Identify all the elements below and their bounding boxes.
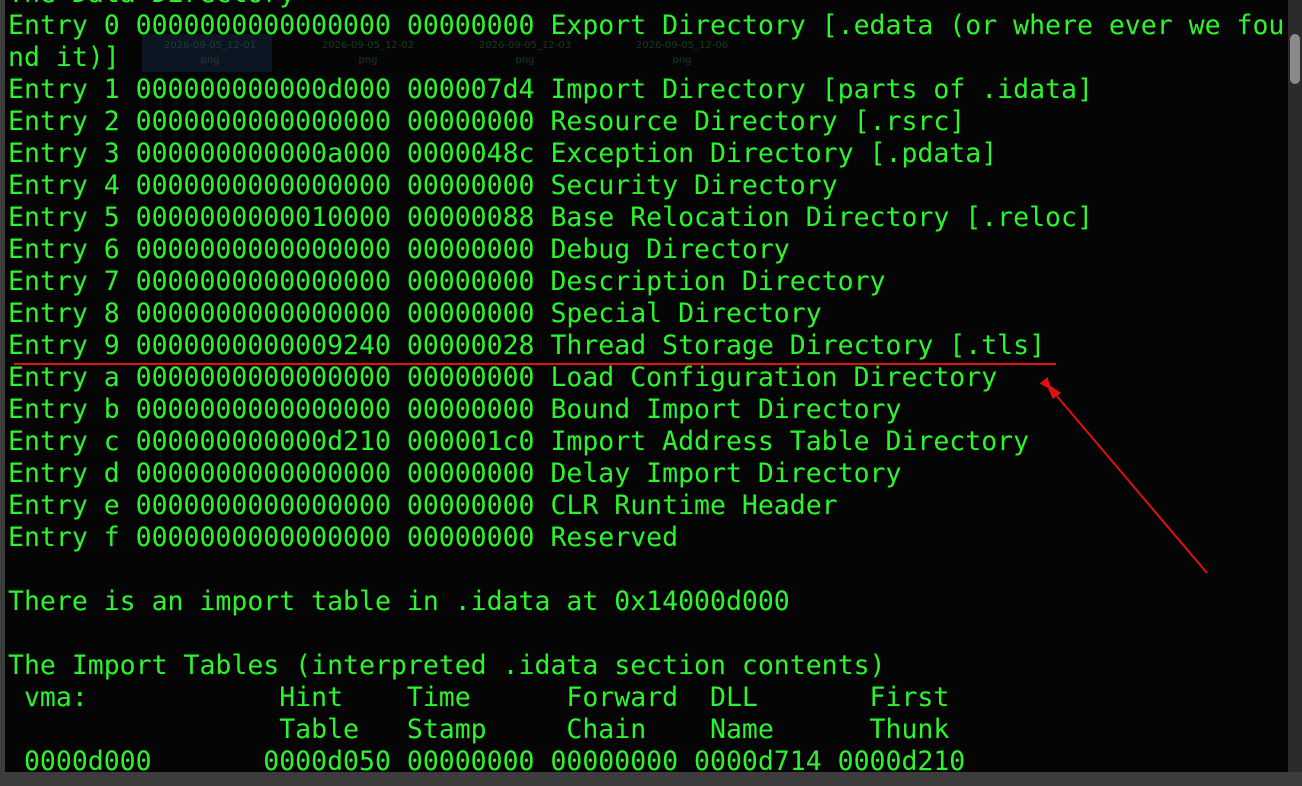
terminal-line: Entry c 000000000000d210 000001c0 Import… bbox=[8, 426, 1030, 457]
terminal-line: Entry d 0000000000000000 00000000 Delay … bbox=[8, 458, 902, 489]
terminal-line: Entry a 0000000000000000 00000000 Load C… bbox=[8, 362, 998, 393]
terminal-line: Entry 0 0000000000000000 00000000 Export… bbox=[8, 10, 1285, 41]
terminal-line: Entry b 0000000000000000 00000000 Bound … bbox=[8, 394, 902, 425]
terminal-text: The Data DirectoryEntry 0 00000000000000… bbox=[8, 0, 1284, 772]
terminal-line: Entry 1 000000000000d000 000007d4 Import… bbox=[8, 74, 1093, 105]
terminal-line: The Data Directory bbox=[8, 0, 1284, 10]
terminal-line: Entry e 0000000000000000 00000000 CLR Ru… bbox=[8, 490, 838, 521]
terminal-line: Entry 8 0000000000000000 00000000 Specia… bbox=[8, 298, 822, 329]
terminal-line: nd it)] bbox=[8, 42, 120, 73]
window-bottom-edge bbox=[0, 772, 1302, 786]
terminal-line: vma: Hint Time Forward DLL First bbox=[8, 682, 950, 713]
terminal-line: There is an import table in .idata at 0x… bbox=[8, 586, 790, 617]
vertical-scrollbar[interactable] bbox=[1288, 0, 1302, 772]
terminal-line: Entry 4 0000000000000000 00000000 Securi… bbox=[8, 170, 838, 201]
scrollbar-thumb[interactable] bbox=[1290, 34, 1300, 84]
terminal-line-highlighted: Entry 9 0000000000009240 00000028 Thread… bbox=[8, 330, 1046, 361]
terminal-line: Entry 6 0000000000000000 00000000 Debug … bbox=[8, 234, 790, 265]
terminal-line: Entry 5 0000000000010000 00000088 Base R… bbox=[8, 202, 1093, 233]
window-frame: 2026-09-05_12-01 png 2026-09-05_12-02 pn… bbox=[0, 0, 1302, 786]
terminal-line: The Import Tables (interpreted .idata se… bbox=[8, 650, 886, 681]
terminal-line: Table Stamp Chain Name Thunk bbox=[8, 714, 950, 745]
terminal-line: Entry f 0000000000000000 00000000 Reserv… bbox=[8, 522, 679, 553]
terminal-line: Entry 2 0000000000000000 00000000 Resour… bbox=[8, 106, 966, 137]
terminal-output[interactable]: 2026-09-05_12-01 png 2026-09-05_12-02 pn… bbox=[5, 0, 1288, 772]
terminal-line: Entry 3 000000000000a000 0000048c Except… bbox=[8, 138, 998, 169]
terminal-line: 0000d000 0000d050 00000000 00000000 0000… bbox=[8, 746, 966, 772]
terminal-line: Entry 7 0000000000000000 00000000 Descri… bbox=[8, 266, 886, 297]
